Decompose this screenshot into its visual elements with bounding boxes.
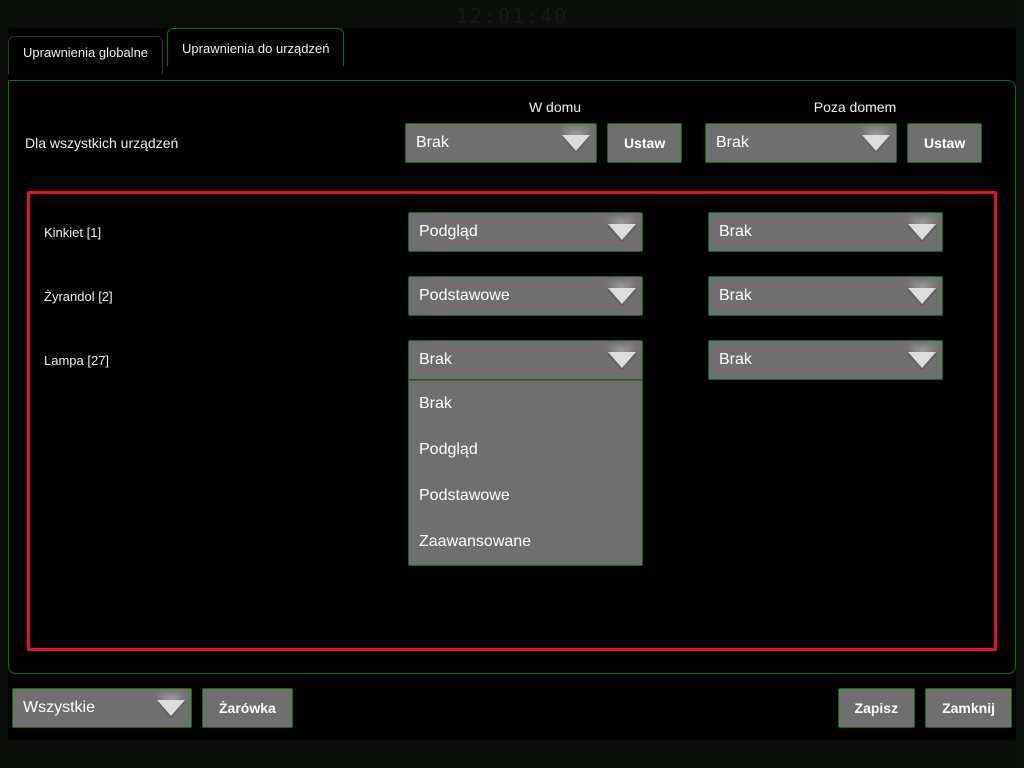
tab-global-permissions[interactable]: Uprawnienia globalne <box>8 36 163 74</box>
select-value: Brak <box>719 351 752 369</box>
select-value: Brak <box>716 134 749 152</box>
dialog-footer: Wszystkie Żarówka Zapisz Zamknij <box>8 686 1016 730</box>
button-label: Zamknij <box>942 700 995 716</box>
filter-select[interactable]: Wszystkie <box>12 688 192 728</box>
chevron-down-icon <box>562 135 590 151</box>
device-home-select[interactable]: Podgląd <box>408 212 643 252</box>
tab-label: Uprawnienia do urządzeń <box>182 41 329 56</box>
device-type-button[interactable]: Żarówka <box>202 688 293 728</box>
select-value: Podgląd <box>419 223 478 241</box>
button-label: Ustaw <box>624 135 665 151</box>
device-row: Żyrandol [2] Podstawowe Brak <box>44 276 980 316</box>
tab-label: Uprawnienia globalne <box>23 45 148 60</box>
column-header-away: Poza domem <box>705 99 1005 115</box>
device-row: Lampa [27] Brak Brak Podgląd Podstawowe … <box>44 340 980 380</box>
device-label: Żyrandol [2] <box>44 289 408 304</box>
device-home-select-dropdown: Brak Podgląd Podstawowe Zaawansowane <box>408 380 643 566</box>
column-header-home: W domu <box>405 99 705 115</box>
select-value: Wszystkie <box>23 699 95 717</box>
chevron-down-icon <box>862 135 890 151</box>
device-permissions-panel: W domu Poza domem Dla wszystkich urządze… <box>8 80 1016 674</box>
select-value: Brak <box>416 134 449 152</box>
device-row: Kinkiet [1] Podgląd Brak <box>44 212 980 252</box>
select-value: Podstawowe <box>419 287 510 305</box>
chevron-down-icon <box>157 700 185 716</box>
save-button[interactable]: Zapisz <box>838 688 916 728</box>
chevron-down-icon <box>608 288 636 304</box>
permissions-dialog: Uprawnienia globalne Uprawnienia do urzą… <box>8 28 1016 740</box>
device-label: Lampa [27] <box>44 353 408 368</box>
select-value: Brak <box>719 223 752 241</box>
device-home-select[interactable]: Brak <box>408 340 643 380</box>
all-devices-home-set-button[interactable]: Ustaw <box>607 123 682 163</box>
all-devices-away-set-button[interactable]: Ustaw <box>907 123 982 163</box>
all-devices-row: Dla wszystkich urządzeń Brak Ustaw Brak … <box>25 123 999 163</box>
all-devices-home-select[interactable]: Brak <box>405 123 597 163</box>
device-away-select[interactable]: Brak <box>708 276 943 316</box>
select-option[interactable]: Podgląd <box>409 427 642 473</box>
tab-strip: Uprawnienia globalne Uprawnienia do urzą… <box>8 28 1016 66</box>
column-headers: W domu Poza domem <box>25 99 999 115</box>
select-value: Brak <box>419 351 452 369</box>
select-option[interactable]: Brak <box>409 381 642 427</box>
chevron-down-icon <box>608 352 636 368</box>
all-devices-label: Dla wszystkich urządzeń <box>25 135 405 151</box>
button-label: Ustaw <box>924 135 965 151</box>
device-away-select[interactable]: Brak <box>708 212 943 252</box>
button-label: Zapisz <box>855 700 899 716</box>
chevron-down-icon <box>908 224 936 240</box>
chevron-down-icon <box>908 352 936 368</box>
all-devices-away-select[interactable]: Brak <box>705 123 897 163</box>
select-option[interactable]: Zaawansowane <box>409 519 642 565</box>
tab-device-permissions[interactable]: Uprawnienia do urządzeń <box>167 28 344 66</box>
chevron-down-icon <box>608 224 636 240</box>
device-away-select[interactable]: Brak <box>708 340 943 380</box>
select-option[interactable]: Podstawowe <box>409 473 642 519</box>
select-value: Brak <box>719 287 752 305</box>
close-button[interactable]: Zamknij <box>925 688 1012 728</box>
device-list-highlight: Kinkiet [1] Podgląd Brak Żyrandol [2] <box>27 191 997 651</box>
device-home-select[interactable]: Podstawowe <box>408 276 643 316</box>
button-label: Żarówka <box>219 700 276 716</box>
chevron-down-icon <box>908 288 936 304</box>
device-label: Kinkiet [1] <box>44 225 408 240</box>
